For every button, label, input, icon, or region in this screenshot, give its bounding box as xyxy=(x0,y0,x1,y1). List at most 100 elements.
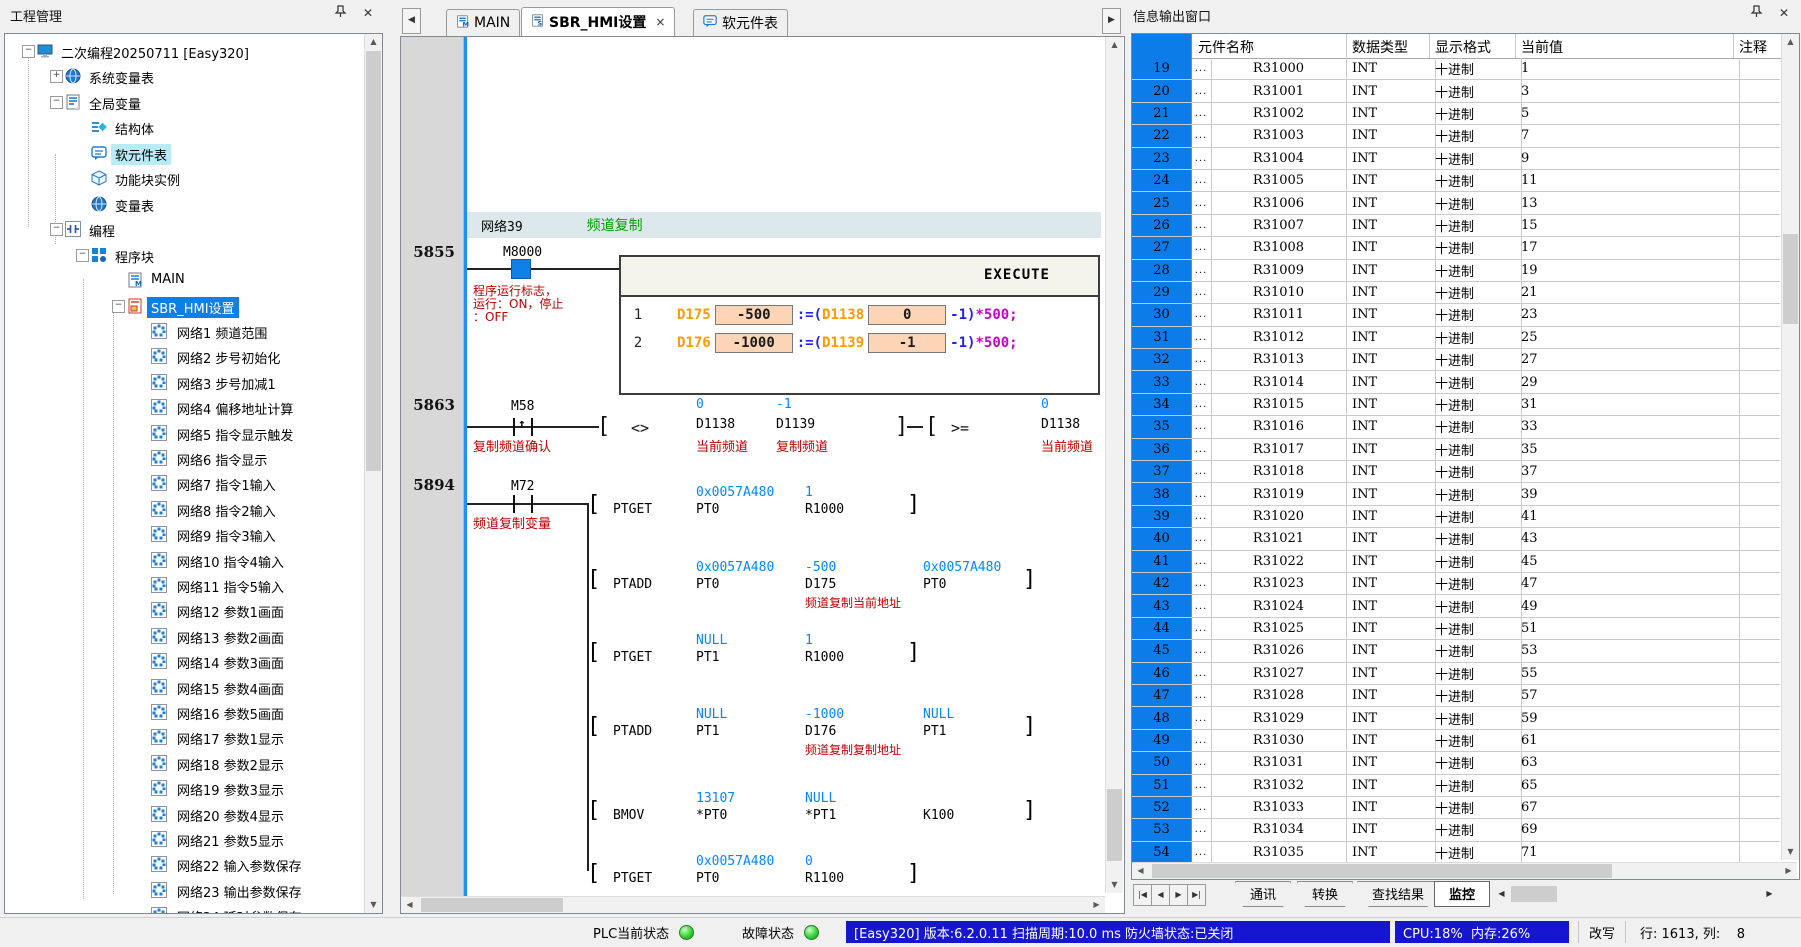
column-header[interactable]: 数据类型 xyxy=(1352,37,1408,57)
operand-name[interactable]: PT0 xyxy=(923,577,946,592)
operand-name[interactable]: D175 xyxy=(805,577,836,592)
script-variable[interactable]: D176 xyxy=(677,335,711,351)
tree-item-system-vars[interactable]: + 系统变量表 xyxy=(5,65,382,87)
collapse-icon[interactable]: − xyxy=(22,45,35,58)
table-cell[interactable]: ... xyxy=(1191,170,1212,191)
table-cell[interactable]: ... xyxy=(1191,80,1212,101)
scroll-right-icon[interactable]: ▶ xyxy=(1088,897,1105,913)
table-cell[interactable]: ... xyxy=(1191,237,1212,258)
tab-convert[interactable]: 转换 xyxy=(1297,881,1353,907)
script-variable[interactable]: D175 xyxy=(677,307,711,323)
operand-name[interactable]: *PT1 xyxy=(805,808,836,823)
table-row[interactable]: 25...R31006INT十进制13 xyxy=(1132,192,1780,214)
scroll-up-icon[interactable]: ▲ xyxy=(365,34,382,50)
contact-rising-edge[interactable] xyxy=(513,418,515,436)
table-cell[interactable]: ... xyxy=(1191,394,1212,415)
table-row[interactable]: 49...R31030INT十进制61 xyxy=(1132,730,1780,752)
table-row[interactable]: 53...R31034INT十进制69 xyxy=(1132,819,1780,841)
tree-item-network[interactable]: 网络24 延时参数保存 xyxy=(5,904,382,914)
table-row[interactable]: 26...R31007INT十进制15 xyxy=(1132,215,1780,237)
scrollbar-thumb[interactable] xyxy=(1152,864,1612,878)
table-row[interactable]: 35...R31016INT十进制33 xyxy=(1132,416,1780,438)
table-cell[interactable]: ... xyxy=(1191,103,1212,124)
tree-item-network[interactable]: 网络10 指令4输入 xyxy=(5,549,382,571)
table-row[interactable]: 41...R31022INT十进制45 xyxy=(1132,551,1780,573)
collapse-icon[interactable]: − xyxy=(76,249,89,262)
tree-item-network[interactable]: 网络8 指令2输入 xyxy=(5,498,382,520)
tab-prev-icon[interactable]: ◀ xyxy=(1151,884,1170,906)
ladder-instruction[interactable]: [BMOV13107*PT0NULL*PT1K100] xyxy=(401,791,1101,861)
tree-item-network[interactable]: 网络22 输入参数保存 xyxy=(5,853,382,875)
table-cell[interactable]: ... xyxy=(1191,618,1212,639)
table-cell[interactable]: ... xyxy=(1191,506,1212,527)
tree-item-network[interactable]: 网络20 参数4显示 xyxy=(5,803,382,825)
script-variable[interactable]: D1139 xyxy=(822,335,864,351)
table-cell[interactable]: ... xyxy=(1191,327,1212,348)
tab-main[interactable]: M MAIN xyxy=(446,9,520,36)
tree-item-struct[interactable]: 结构体 xyxy=(5,116,382,138)
scroll-down-icon[interactable]: ▼ xyxy=(1782,844,1799,860)
table-row[interactable]: 45...R31026INT十进制53 xyxy=(1132,640,1780,662)
table-row[interactable]: 43...R31024INT十进制49 xyxy=(1132,595,1780,617)
table-cell[interactable]: ... xyxy=(1191,819,1212,840)
instruction-name[interactable]: BMOV xyxy=(613,808,644,823)
script-line[interactable]: 1 D175 -500 :=( D1138 0 -1) *500; xyxy=(621,302,1098,328)
operand-name[interactable]: PT0 xyxy=(696,871,719,886)
tree-item-network[interactable]: 网络18 参数2显示 xyxy=(5,752,382,774)
tree-item-programming[interactable]: − 编程 xyxy=(5,218,382,240)
operand-name[interactable]: R1000 xyxy=(805,650,844,665)
ladder-instruction[interactable]: [PTADDNULLPT1-1000D176频道复制复制地址NULLPT1] xyxy=(401,707,1101,777)
operand-name[interactable]: D176 xyxy=(805,724,836,739)
watch-v-scrollbar[interactable]: ▲ ▼ xyxy=(1781,34,1799,860)
table-row[interactable]: 47...R31028INT十进制57 xyxy=(1132,685,1780,707)
table-row[interactable]: 54...R31035INT十进制71 xyxy=(1132,842,1780,864)
table-row[interactable]: 46...R31027INT十进制55 xyxy=(1132,663,1780,685)
tree-item-network[interactable]: 网络7 指令1输入 xyxy=(5,472,382,494)
scrollbar-thumb[interactable] xyxy=(1783,234,1798,324)
table-cell[interactable]: ... xyxy=(1191,640,1212,661)
collapse-icon[interactable]: − xyxy=(50,96,63,109)
scrollbar-thumb[interactable] xyxy=(421,898,563,912)
pin-icon[interactable] xyxy=(1747,5,1765,23)
tab-monitor[interactable]: 监控 xyxy=(1434,881,1490,907)
tree-item-device-table[interactable]: 软元件表 xyxy=(5,142,382,164)
table-cell[interactable]: ... xyxy=(1191,461,1212,482)
tree-item-network[interactable]: 网络21 参数5显示 xyxy=(5,828,382,850)
tab-scroll-right-icon[interactable]: ▶ xyxy=(1102,8,1121,34)
tree-item-network[interactable]: 网络3 步号加减1 xyxy=(5,371,382,393)
table-cell[interactable]: ... xyxy=(1191,842,1212,863)
network-header[interactable]: 网络39 频道复制 xyxy=(467,212,1101,238)
compare-operator[interactable]: >= xyxy=(951,419,969,437)
table-row[interactable]: 20...R31001INT十进制3 xyxy=(1132,80,1780,102)
table-row[interactable]: 44...R31025INT十进制51 xyxy=(1132,618,1780,640)
table-cell[interactable]: ... xyxy=(1191,797,1212,818)
table-row[interactable]: 52...R31033INT十进制67 xyxy=(1132,797,1780,819)
table-row[interactable]: 21...R31002INT十进制5 xyxy=(1132,103,1780,125)
table-cell[interactable]: ... xyxy=(1191,707,1212,728)
scroll-down-icon[interactable]: ▼ xyxy=(365,897,382,913)
watch-h-scrollbar[interactable]: ◀ ▶ xyxy=(1132,862,1797,879)
tree-item-main[interactable]: M MAIN xyxy=(5,269,382,291)
instruction-name[interactable]: PTGET xyxy=(613,871,652,886)
operand-name[interactable]: PT1 xyxy=(696,650,719,665)
operand-name[interactable]: K100 xyxy=(923,808,954,823)
table-cell[interactable]: ... xyxy=(1191,192,1212,213)
table-row[interactable]: 33...R31014INT十进制29 xyxy=(1132,371,1780,393)
tree-item-network[interactable]: 网络5 指令显示触发 xyxy=(5,422,382,444)
operand-name[interactable]: R1000 xyxy=(805,502,844,517)
table-cell[interactable]: ... xyxy=(1191,663,1212,684)
scroll-left-icon[interactable]: ◀ xyxy=(1132,863,1149,879)
operand-name[interactable]: R1100 xyxy=(805,871,844,886)
operand-name[interactable]: PT0 xyxy=(696,502,719,517)
instruction-name[interactable]: PTADD xyxy=(613,577,652,592)
ladder-instruction[interactable]: [PTADD0x0057A480PT0-500D175频道复制当前地址0x005… xyxy=(401,560,1101,630)
scrollbar-thumb[interactable] xyxy=(1107,789,1122,861)
column-header[interactable]: 当前值 xyxy=(1521,37,1563,57)
table-cell[interactable]: ... xyxy=(1191,349,1212,370)
table-cell[interactable]: ... xyxy=(1191,439,1212,460)
compare-operator[interactable]: <> xyxy=(631,419,649,437)
script-line[interactable]: 2 D176 -1000 :=( D1139 -1 -1) *500; xyxy=(621,330,1098,356)
scrollbar-thumb[interactable] xyxy=(366,51,381,471)
tree-item-network[interactable]: 网络14 参数3画面 xyxy=(5,650,382,672)
table-row[interactable]: 48...R31029INT十进制59 xyxy=(1132,707,1780,729)
